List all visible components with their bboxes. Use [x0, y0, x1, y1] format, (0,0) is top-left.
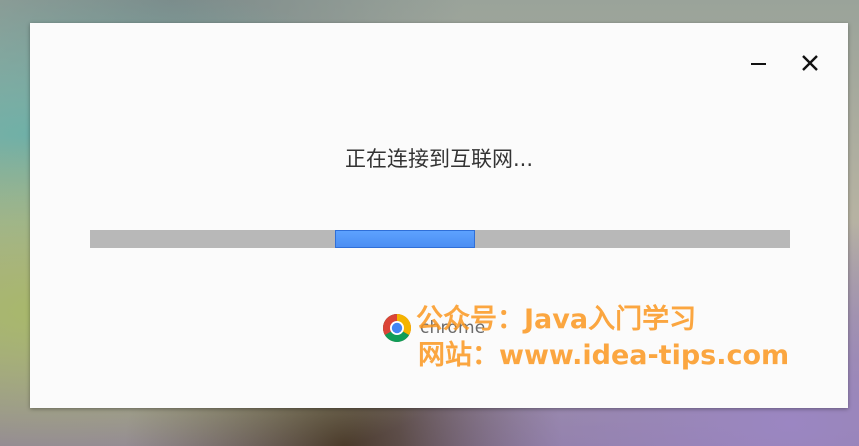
- connection-status-text: 正在连接到互联网...: [344, 147, 534, 171]
- progress-indicator: [335, 230, 475, 248]
- minimize-button[interactable]: [744, 49, 772, 77]
- minimize-icon: [750, 63, 766, 65]
- progress-bar: [90, 230, 790, 248]
- close-icon: [802, 55, 818, 71]
- close-button[interactable]: [796, 49, 824, 77]
- chrome-logo-icon: [383, 314, 411, 342]
- watermark-line2: 网站：www.idea-tips.com: [418, 340, 790, 371]
- watermark-line1: 公众号：Java入门学习: [416, 304, 697, 335]
- watermark-text: 公众号：Java入门学习 网站：www.idea-tips.com: [416, 302, 789, 374]
